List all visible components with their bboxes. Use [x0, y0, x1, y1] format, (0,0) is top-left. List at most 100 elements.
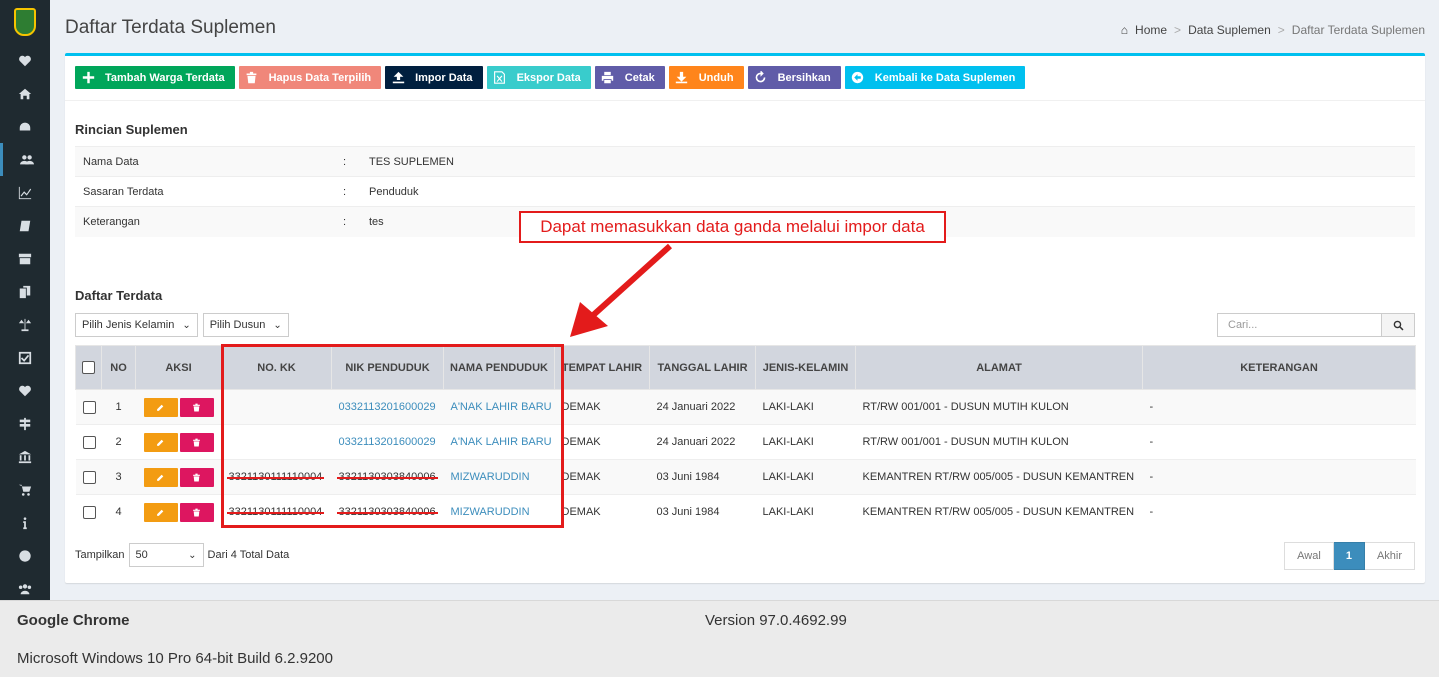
edit-button[interactable] [143, 432, 178, 452]
unduh-button[interactable]: Unduh [668, 66, 744, 89]
column-header[interactable]: TEMPAT LAHIR [554, 345, 650, 390]
gender-filter-select[interactable]: Pilih Jenis Kelamin ⌄ [75, 313, 198, 337]
sidebar-item[interactable] [0, 209, 50, 242]
plus-icon [82, 71, 94, 84]
impor-data-button[interactable]: Impor Data [385, 66, 483, 89]
pager-first[interactable]: Awal [1284, 542, 1334, 570]
select-all-header [75, 345, 102, 390]
column-header[interactable]: KETERANGAN [1142, 345, 1416, 390]
delete-button[interactable] [179, 432, 214, 452]
row-checkbox[interactable] [82, 435, 96, 449]
delete-button[interactable] [179, 397, 214, 417]
trash-icon [193, 403, 200, 411]
bank-icon [18, 450, 32, 463]
show-label: Tampilkan [75, 549, 125, 561]
hapus-data-terpilih-button[interactable]: Hapus Data Terpilih [238, 66, 382, 89]
dusun-filter-select[interactable]: Pilih Dusun ⌄ [202, 313, 289, 337]
pager-last[interactable]: Akhir [1364, 542, 1415, 570]
row-select-cell [75, 389, 102, 425]
delete-button[interactable] [179, 502, 214, 522]
row-checkbox[interactable] [82, 505, 96, 519]
bersihkan-button[interactable]: Bersihkan [747, 66, 841, 89]
kembali-ke-data-suplemen-button[interactable]: Kembali ke Data Suplemen [844, 66, 1026, 89]
details-title: Rincian Suplemen [75, 122, 188, 137]
check-icon [18, 351, 32, 364]
detail-key: Nama Data [75, 146, 343, 177]
gender-filter-value: Pilih Jenis Kelamin [82, 319, 175, 331]
sidebar-item[interactable] [0, 374, 50, 407]
sidebar-item[interactable] [0, 407, 50, 440]
sidebar-item[interactable] [0, 242, 50, 275]
row-checkbox[interactable] [82, 470, 96, 484]
select-all-checkbox[interactable] [82, 361, 95, 374]
sidebar-item[interactable] [0, 176, 50, 209]
sidebar-item[interactable] [0, 440, 50, 473]
sidebar-item[interactable] [0, 275, 50, 308]
sidebar-item[interactable] [0, 308, 50, 341]
pagination: Awal 1 Akhir [1284, 542, 1415, 570]
tanggal-lahir: 03 Juni 1984 [649, 459, 756, 495]
row-number: 3 [101, 459, 136, 495]
divider [65, 100, 1425, 101]
cetak-button[interactable]: Cetak [594, 66, 665, 89]
home-icon[interactable]: ⌂ [1121, 23, 1128, 37]
sidebar-item[interactable] [0, 341, 50, 374]
pager-page-current[interactable]: 1 [1333, 542, 1365, 570]
breadcrumb-separator: > [1174, 23, 1182, 37]
page-size-select[interactable]: 50 ⌄ [128, 543, 204, 567]
delete-button[interactable] [179, 467, 214, 487]
logo-icon[interactable] [0, 0, 50, 44]
sidebar-item[interactable] [0, 506, 50, 539]
button-label: Unduh [698, 71, 734, 84]
edit-icon [157, 474, 164, 481]
chart-icon [18, 186, 32, 199]
column-header[interactable]: NO [101, 345, 136, 390]
cart-icon [18, 484, 32, 496]
sidebar-item[interactable] [0, 539, 50, 572]
documents-icon [19, 285, 31, 298]
edit-button[interactable] [143, 467, 178, 487]
sidebar-item[interactable] [0, 44, 50, 77]
row-checkbox[interactable] [82, 400, 96, 414]
sidebar-item[interactable] [0, 143, 50, 176]
column-header[interactable]: JENIS-KELAMIN [755, 345, 856, 390]
trash-icon [193, 438, 200, 446]
button-label: Kembali ke Data Suplemen [874, 71, 1016, 84]
jenis-kelamin: LAKI-LAKI [755, 389, 856, 425]
excel-icon [494, 71, 506, 84]
tempat-lahir: DEMAK [554, 389, 650, 425]
info-icon [23, 516, 27, 529]
trash-icon [246, 71, 257, 84]
row-select-cell [75, 424, 102, 460]
keterangan: - [1142, 424, 1416, 460]
tambah-warga-terdata-button[interactable]: Tambah Warga Terdata [75, 66, 235, 89]
edit-icon [157, 509, 164, 516]
sidebar-item[interactable] [0, 473, 50, 506]
page-size-value: 50 [135, 549, 148, 561]
ekspor-data-button[interactable]: Ekspor Data [486, 66, 591, 89]
row-actions [135, 459, 222, 495]
breadcrumb-current: Daftar Terdata Suplemen [1291, 23, 1425, 37]
column-header[interactable]: TANGGAL LAHIR [649, 345, 756, 390]
edit-button[interactable] [143, 502, 178, 522]
edit-button[interactable] [143, 397, 178, 417]
tanggal-lahir: 24 Januari 2022 [649, 389, 756, 425]
breadcrumb-data-suplemen[interactable]: Data Suplemen [1188, 23, 1271, 37]
dashboard-icon [19, 122, 31, 130]
annotation-arrow-icon [570, 243, 673, 337]
search-button[interactable] [1382, 313, 1415, 337]
row-select-cell [75, 459, 102, 495]
column-header[interactable]: AKSI [135, 345, 222, 390]
row-actions [135, 424, 222, 460]
breadcrumb-home[interactable]: Home [1135, 23, 1167, 37]
sidebar-item[interactable] [0, 77, 50, 110]
row-number: 1 [101, 389, 136, 425]
breadcrumb: ⌂ Home > Data Suplemen > Daftar Terdata … [1121, 23, 1425, 37]
column-header[interactable]: ALAMAT [855, 345, 1143, 390]
button-label: Tambah Warga Terdata [105, 71, 225, 84]
jenis-kelamin: LAKI-LAKI [755, 494, 856, 530]
search-input[interactable]: Cari... [1217, 313, 1382, 337]
sidebar-item[interactable] [0, 110, 50, 143]
keterangan: - [1142, 459, 1416, 495]
keterangan: - [1142, 494, 1416, 530]
